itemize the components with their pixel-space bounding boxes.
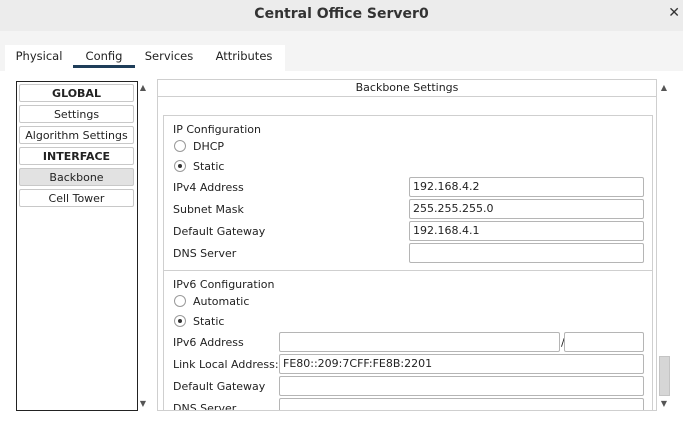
- ipv4-config-group: IP Configuration DHCP Static IPv4 Addres…: [163, 115, 653, 272]
- ipv6-static-radio[interactable]: [174, 315, 186, 327]
- tab-physical[interactable]: Physical: [5, 45, 73, 71]
- default-gateway-label: Default Gateway: [173, 225, 266, 238]
- ipv4-config-title: IP Configuration: [173, 123, 261, 136]
- panel-header: Backbone Settings: [158, 80, 656, 97]
- tab-label: Services: [144, 49, 194, 63]
- tab-services[interactable]: Services: [135, 45, 203, 71]
- sidebar-item-algorithm-settings[interactable]: Algorithm Settings: [19, 126, 134, 144]
- ipv6-gateway-field[interactable]: [279, 376, 644, 396]
- static-radio[interactable]: [174, 160, 186, 172]
- tab-label: Config: [85, 49, 123, 63]
- tab-label: Physical: [15, 49, 63, 63]
- ipv6-static-label: Static: [193, 315, 225, 328]
- sidebar-item-backbone[interactable]: Backbone: [19, 168, 134, 186]
- config-sidebar: GLOBAL Settings Algorithm Settings INTER…: [16, 81, 138, 411]
- automatic-label: Automatic: [193, 295, 250, 308]
- subnet-mask-field[interactable]: 255.255.255.0: [409, 199, 644, 219]
- ipv6-config-title: IPv6 Configuration: [173, 278, 275, 291]
- scroll-down-icon[interactable]: ▼: [136, 397, 150, 411]
- ipv4-address-label: IPv4 Address: [173, 181, 244, 194]
- dhcp-label: DHCP: [193, 140, 225, 153]
- sidebar-item-settings[interactable]: Settings: [19, 105, 134, 123]
- ipv6-dns-label: DNS Server: [173, 402, 237, 411]
- active-tab-indicator: [73, 65, 135, 68]
- ipv6-address-label: IPv6 Address: [173, 336, 244, 349]
- tab-attributes[interactable]: Attributes: [203, 45, 285, 71]
- link-local-label: Link Local Address:: [173, 358, 279, 371]
- sidebar-header-global: GLOBAL: [19, 84, 134, 102]
- tab-label: Attributes: [215, 49, 273, 63]
- tab-config[interactable]: Config: [73, 45, 135, 71]
- link-local-field[interactable]: FE80::209:7CFF:FE8B:2201: [279, 354, 644, 374]
- scroll-up-icon[interactable]: ▲: [136, 81, 150, 95]
- dns-server-label: DNS Server: [173, 247, 237, 260]
- dhcp-radio[interactable]: [174, 140, 186, 152]
- ipv6-gateway-label: Default Gateway: [173, 380, 266, 393]
- close-icon[interactable]: ✕: [668, 5, 680, 21]
- scroll-up-icon[interactable]: ▲: [657, 81, 671, 95]
- subnet-mask-label: Subnet Mask: [173, 203, 244, 216]
- ipv6-address-field[interactable]: [279, 332, 560, 352]
- scroll-thumb[interactable]: [659, 356, 670, 396]
- tab-bar: Physical Config Services Attributes: [0, 31, 683, 71]
- settings-scrollbar[interactable]: ▲ ▼: [657, 81, 671, 411]
- ipv6-config-group: IPv6 Configuration Automatic Static IPv6…: [163, 270, 653, 411]
- sidebar-item-cell-tower[interactable]: Cell Tower: [19, 189, 134, 207]
- automatic-radio[interactable]: [174, 295, 186, 307]
- dns-server-field[interactable]: [409, 243, 644, 263]
- static-label: Static: [193, 160, 225, 173]
- ipv6-prefix-field[interactable]: [564, 332, 644, 352]
- backbone-settings-panel: Backbone Settings IP Configuration DHCP …: [157, 79, 657, 411]
- ipv6-dns-field[interactable]: [279, 398, 644, 410]
- sidebar-header-interface: INTERFACE: [19, 147, 134, 165]
- title-bar: Central Office Server0 ✕: [0, 0, 683, 32]
- ipv4-address-field[interactable]: 192.168.4.2: [409, 177, 644, 197]
- sidebar-scrollbar[interactable]: ▲ ▼: [136, 81, 150, 411]
- scroll-down-icon[interactable]: ▼: [657, 397, 671, 411]
- config-content: GLOBAL Settings Algorithm Settings INTER…: [0, 71, 683, 421]
- window-title: Central Office Server0: [254, 6, 429, 22]
- default-gateway-field[interactable]: 192.168.4.1: [409, 221, 644, 241]
